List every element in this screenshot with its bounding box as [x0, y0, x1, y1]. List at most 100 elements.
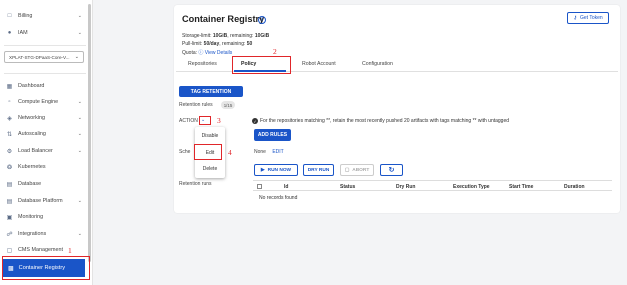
- run-now-label: RUN NOW: [267, 167, 292, 173]
- database-platform-icon: ▤: [6, 198, 13, 205]
- sidebar-divider: [4, 73, 86, 74]
- tab-configuration[interactable]: Configuration: [362, 61, 393, 67]
- pull-limit: Pull-limit: 50/day, remaining: 50: [182, 41, 252, 47]
- sidebar: □ Billing ⌄ ● IAM ⌄ XPLAT-STG-DPaaS-Core…: [0, 0, 93, 285]
- empty-table-message: No records found: [259, 195, 298, 201]
- retention-runs-table: Id Status Dry Run Execution Type Start T…: [253, 180, 612, 204]
- add-rules-button[interactable]: ADD RULES: [254, 129, 291, 141]
- retention-rule-description: For the repositories matching **, retain…: [260, 118, 510, 124]
- sidebar-item-billing[interactable]: □ Billing ⌄: [6, 11, 86, 21]
- select-all-checkbox[interactable]: [257, 184, 262, 189]
- pull-remaining-label: , remaining:: [219, 41, 246, 47]
- run-now-button[interactable]: ▶ RUN NOW: [254, 164, 298, 176]
- pull-label: Pull-limit:: [182, 41, 203, 47]
- integrations-icon: ☍: [6, 231, 13, 238]
- sidebar-item-kubernetes[interactable]: ❂ Kubernetes: [6, 162, 86, 172]
- kubernetes-icon: ❂: [6, 164, 13, 171]
- sidebar-item-networking[interactable]: ◈ Networking ⌄: [6, 113, 86, 123]
- project-select-value: XPLAT-STG-DPaaS-Core-V...: [9, 54, 70, 60]
- abort-icon: ▢: [344, 167, 350, 173]
- check-circle-icon: ✓: [252, 118, 258, 124]
- refresh-button[interactable]: ↻: [380, 164, 403, 176]
- annotation-box-action: [199, 116, 211, 125]
- chevron-down-icon: ⌄: [77, 13, 82, 19]
- annotation-box-container-registry: [2, 256, 90, 280]
- get-token-button[interactable]: ⚷ Get Token: [567, 12, 609, 24]
- retention-runs-label: Retention runs: [179, 181, 212, 187]
- schedule-label: Sche: [179, 149, 191, 155]
- chevron-down-icon: ⌄: [77, 115, 82, 121]
- project-select[interactable]: XPLAT-STG-DPaaS-Core-V... ⌄: [4, 51, 84, 63]
- refresh-icon: ↻: [388, 167, 395, 174]
- pull-limit-value: 50/day: [203, 41, 220, 47]
- column-dry-run: Dry Run: [396, 183, 416, 190]
- sidebar-item-autoscaling[interactable]: ⇅ Autoscaling ⌄: [6, 129, 86, 139]
- retention-count-badge: 1/15: [221, 101, 235, 109]
- sidebar-item-integrations[interactable]: ☍ Integrations ⌄: [6, 229, 86, 239]
- chevron-down-icon: ⌄: [77, 30, 82, 36]
- compute-icon: ▫: [8, 99, 11, 105]
- sidebar-scrollbar[interactable]: [88, 4, 91, 262]
- chevron-down-icon: ⌄: [77, 198, 82, 204]
- sidebar-divider: [4, 45, 86, 46]
- chevron-down-icon: ⌄: [77, 231, 82, 237]
- tag-retention-button[interactable]: TAG RETENTION: [179, 86, 243, 97]
- sidebar-item-iam[interactable]: ● IAM ⌄: [6, 28, 86, 38]
- quota: Quota: ⓘ View Details: [182, 49, 232, 56]
- sidebar-item-load-balancer[interactable]: ⚙ Load Balancer ⌄: [6, 146, 86, 156]
- cms-icon: ▢: [6, 247, 13, 254]
- annotation-step-1: 1: [68, 246, 72, 255]
- schedule-value: None EDIT: [254, 149, 284, 155]
- play-icon: ▶: [260, 167, 265, 173]
- tab-robot-account[interactable]: Robot Account: [302, 61, 336, 67]
- sidebar-item-compute-engine[interactable]: ▫ Compute Engine ⌄: [6, 97, 86, 107]
- get-token-label: Get Token: [579, 15, 603, 21]
- sidebar-item-label: Billing: [18, 13, 33, 19]
- column-start-time: Start Time: [509, 183, 534, 190]
- network-icon: ◈: [7, 115, 12, 122]
- sidebar-item-database-platform[interactable]: ▤ Database Platform ⌄: [6, 196, 86, 206]
- menu-item-delete[interactable]: Delete: [195, 162, 225, 176]
- view-details-label: View Details: [204, 50, 233, 56]
- sidebar-item-label: Networking: [18, 115, 45, 121]
- billing-icon: □: [7, 13, 12, 19]
- storage-limit-value: 10GiB: [212, 33, 228, 39]
- column-id: Id: [284, 183, 289, 190]
- page-title: Container Registry: [182, 14, 265, 24]
- sidebar-item-label: Dashboard: [18, 83, 45, 89]
- sidebar-item-label: Database: [18, 181, 42, 187]
- annotation-box-edit: [194, 144, 222, 160]
- chevron-down-icon: ⌄: [77, 131, 82, 137]
- annotation-step-3: 3: [217, 116, 221, 125]
- autoscaling-icon: ⇅: [6, 131, 13, 138]
- pull-remaining-value: 50: [246, 41, 253, 47]
- quota-label: Quota:: [182, 50, 198, 56]
- dry-run-button[interactable]: DRY RUN: [303, 164, 334, 176]
- view-details-link[interactable]: ⓘ View Details: [198, 50, 232, 56]
- sidebar-item-label: Integrations: [18, 231, 47, 237]
- sidebar-item-dashboard[interactable]: ▦ Dashboard: [6, 81, 86, 91]
- edit-schedule-link[interactable]: EDIT: [272, 149, 283, 155]
- iam-icon: ●: [7, 30, 12, 36]
- sidebar-item-label: IAM: [18, 30, 28, 36]
- chevron-down-icon: ⌄: [77, 148, 82, 154]
- info-icon[interactable]: i: [258, 16, 266, 24]
- sidebar-item-database[interactable]: ▤ Database: [6, 179, 86, 189]
- sidebar-item-cms-management[interactable]: ▢ CMS Management: [6, 245, 86, 255]
- sidebar-item-label: Compute Engine: [18, 99, 59, 105]
- load-balancer-icon: ⚙: [6, 148, 13, 155]
- sidebar-item-label: Kubernetes: [18, 164, 46, 170]
- key-icon: ⚷: [573, 15, 577, 21]
- menu-item-disable[interactable]: Disable: [195, 129, 225, 143]
- abort-button[interactable]: ▢ ABORT: [340, 164, 374, 176]
- tab-repositories[interactable]: Repositories: [188, 61, 217, 67]
- sidebar-item-label: CMS Management: [18, 247, 63, 253]
- chevron-down-icon: ⌄: [77, 99, 82, 105]
- sidebar-item-label: Monitoring: [18, 214, 44, 220]
- sidebar-item-label: Autoscaling: [18, 131, 46, 137]
- annotation-step-4: 4: [228, 148, 232, 157]
- storage-remaining-value: 10GiB: [254, 33, 270, 39]
- chevron-down-icon: ⌄: [74, 54, 79, 60]
- sidebar-item-monitoring[interactable]: ▣ Monitoring: [6, 212, 86, 222]
- storage-label: Storage-limit:: [182, 33, 212, 39]
